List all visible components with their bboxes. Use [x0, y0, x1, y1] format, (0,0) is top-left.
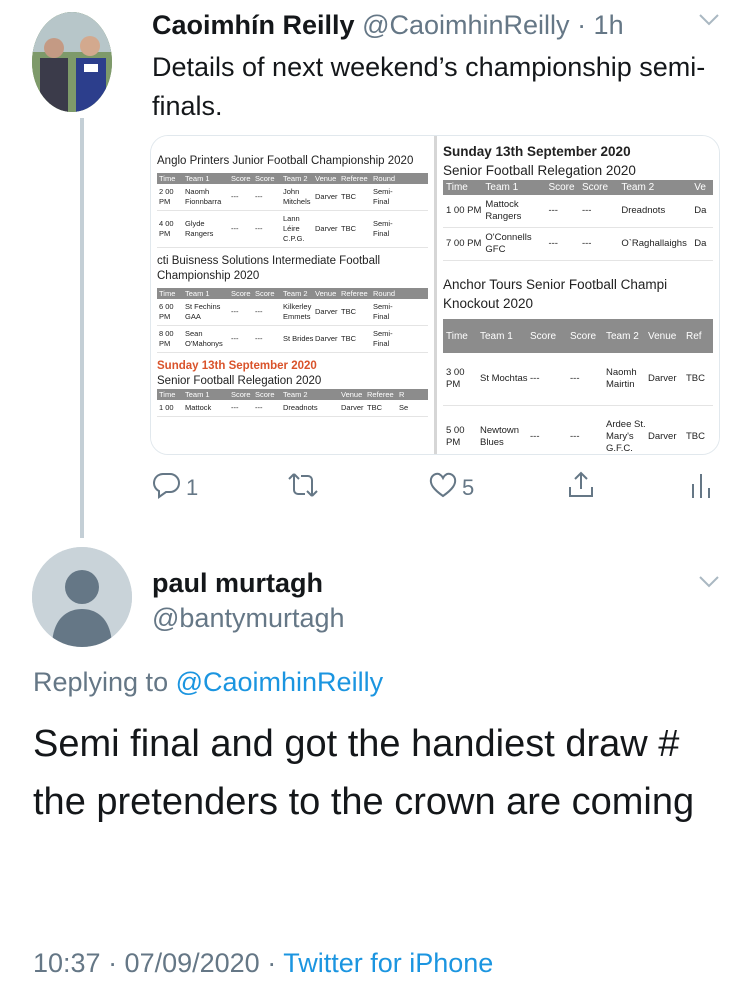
share-button[interactable]	[566, 470, 596, 506]
retweet-icon	[287, 470, 319, 506]
retweet-button[interactable]	[287, 470, 319, 506]
tweet-header: Caoimhín Reilly @CaoimhinReilly · 1h	[152, 10, 624, 41]
source-link[interactable]: Twitter for iPhone	[283, 948, 493, 978]
reply-button[interactable]: 1	[152, 470, 198, 506]
relegation-title: Senior Football Relegation 2020	[443, 163, 636, 178]
table-row: 2 00 PM Naomh Fionnbarra --- --- John Mi…	[157, 184, 428, 211]
analytics-button[interactable]	[688, 470, 714, 506]
media-image-right[interactable]: Sunday 13th September 2020 Senior Footba…	[437, 136, 719, 454]
author-name[interactable]: Caoimhín Reilly	[152, 10, 355, 40]
senior-title: Anchor Tours Senior Football Champi Knoc…	[443, 277, 668, 311]
tweet-meta: 10:37 · 07/09/2020 · Twitter for iPhone	[33, 948, 493, 979]
tweet-media[interactable]: Anglo Printers Junior Football Champions…	[150, 135, 720, 455]
table-row: 3 00 PM St Mochtas --- --- Naomh Mairtin…	[443, 353, 713, 406]
intermediate-header: Time Team 1 Score Score Team 2 Venue Ref…	[157, 288, 428, 299]
tweet-time[interactable]: · 1h	[577, 10, 624, 40]
share-icon	[566, 470, 596, 506]
like-count: 5	[462, 475, 475, 500]
table-row: 1 00 PM Mattock Rangers --- --- Dreadnot…	[443, 195, 713, 228]
table-row: 7 00 PM O'Connells GFC --- --- O`Raghall…	[443, 228, 713, 261]
like-button[interactable]: 5	[428, 470, 474, 506]
table-row: 1 00 Mattock --- --- Dreadnots Darver TB…	[157, 400, 428, 417]
tweet-actions: 1 5	[152, 470, 722, 510]
author-handle[interactable]: @CaoimhinReilly	[362, 10, 569, 40]
junior-header: Time Team 1 Score Score Team 2 Venue Ref…	[157, 173, 428, 184]
reply-count: 1	[186, 475, 199, 500]
tweet-text: Details of next weekend’s championship s…	[152, 52, 706, 121]
heart-icon	[428, 470, 458, 506]
mention-link[interactable]: @CaoimhinReilly	[176, 667, 383, 697]
intermediate-title: cti Buisness Solutions Intermediate Foot…	[157, 255, 381, 282]
timestamp: 10:37 · 07/09/2020 ·	[33, 948, 284, 978]
chevron-down-icon[interactable]	[696, 568, 722, 601]
sunday-date: Sunday 13th September 2020	[443, 144, 631, 159]
reply-text: Semi final and got the handiest draw # t…	[33, 723, 695, 823]
avatar[interactable]	[32, 12, 112, 112]
relegation-header: Time Team 1 Score Score Team 2 Venue Ref…	[157, 389, 428, 400]
table-row: 4 00 PM Glyde Rangers --- --- Lann Léire…	[157, 211, 428, 248]
junior-title: Anglo Printers Junior Football Champions…	[157, 155, 414, 167]
thread-line	[80, 118, 84, 538]
replying-to: Replying to @CaoimhinReilly	[33, 667, 383, 698]
table-row: 8 00 PM Sean O'Mahonys --- --- St Brides…	[157, 326, 428, 353]
relegation-header: Time Team 1 Score Score Team 2 Ve	[443, 180, 713, 195]
senior-header: Time Team 1 Score Score Team 2 Venue Ref	[443, 319, 713, 353]
sunday-date: Sunday 13th September 2020	[157, 360, 317, 372]
chevron-down-icon[interactable]	[696, 6, 722, 39]
author-name[interactable]: paul murtagh	[152, 568, 323, 599]
reply-icon	[152, 470, 182, 506]
table-row: 5 00 PM Newtown Blues --- --- Ardee St. …	[443, 406, 713, 454]
avatar[interactable]	[32, 547, 132, 647]
author-handle[interactable]: @bantymurtagh	[152, 603, 345, 634]
analytics-icon	[688, 470, 714, 506]
table-row: 6 00 PM St Fechins GAA --- --- Kilkerley…	[157, 299, 428, 326]
relegation-title: Senior Football Relegation 2020	[157, 375, 322, 387]
replying-prefix: Replying to	[33, 667, 176, 697]
media-image-left[interactable]: Anglo Printers Junior Football Champions…	[151, 136, 434, 454]
